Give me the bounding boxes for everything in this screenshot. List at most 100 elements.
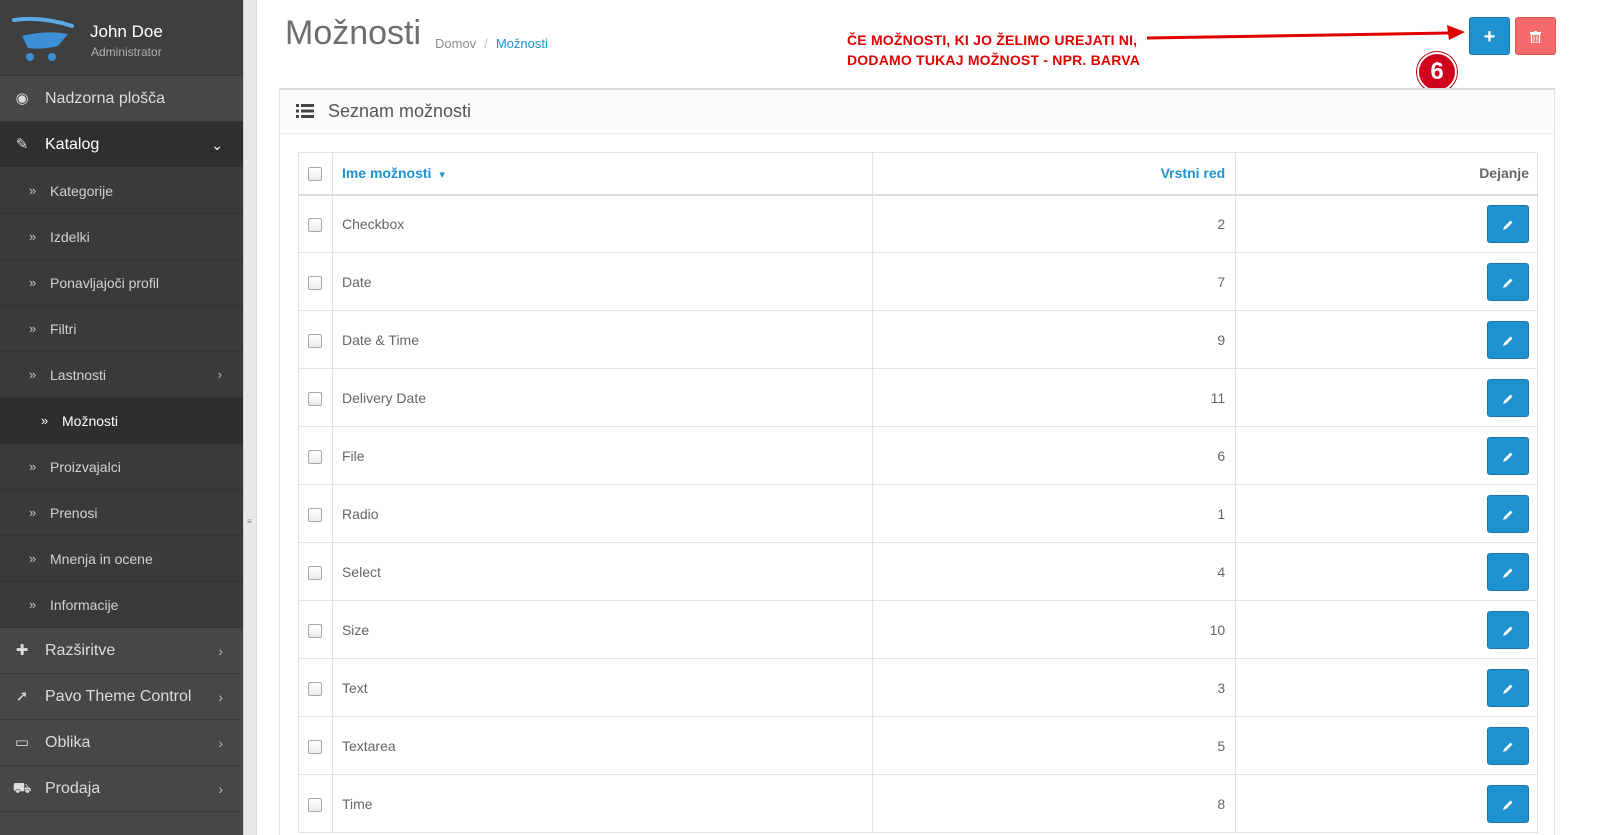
row-checkbox[interactable] [308, 565, 323, 580]
edit-button[interactable] [1487, 262, 1529, 301]
edit-button[interactable] [1487, 204, 1529, 243]
chevron-right-icon: › [217, 367, 222, 382]
double-chevron-right-icon: » [29, 459, 37, 474]
row-checkbox[interactable] [308, 681, 323, 696]
table-row: Textarea 5 [298, 716, 1538, 775]
sort-by-order-link[interactable]: Vrstni red [1161, 165, 1226, 181]
edit-button[interactable] [1487, 784, 1529, 823]
edit-button[interactable] [1487, 436, 1529, 475]
delete-button[interactable] [1515, 17, 1556, 55]
pencil-icon [1503, 510, 1513, 520]
row-select-cell [298, 426, 333, 485]
breadcrumb-current[interactable]: Možnosti [496, 36, 548, 51]
caret-down-icon: ▾ [439, 169, 445, 182]
double-chevron-right-icon: » [29, 275, 37, 290]
sidebar-subitem-reviews[interactable]: » Mnenja in ocene [0, 536, 243, 582]
option-sort-order: 10 [871, 600, 1237, 659]
action-cell [1235, 426, 1538, 485]
sidebar-subitem-categories[interactable]: » Kategorije [0, 168, 243, 214]
edit-button[interactable] [1487, 610, 1529, 649]
sidebar-subitem-options[interactable]: » Možnosti [0, 398, 243, 444]
sidebar-subitem-information[interactable]: » Informacije [0, 582, 243, 628]
row-checkbox[interactable] [308, 391, 323, 406]
user-profile[interactable]: John Doe Administrator [0, 0, 243, 76]
sidebar-item-sales[interactable]: ⛟ Prodaja › [0, 766, 243, 812]
row-checkbox[interactable] [308, 275, 323, 290]
sidebar-subitem-recurring-profiles[interactable]: » Ponavljajoči profil [0, 260, 243, 306]
row-select-cell [298, 310, 333, 369]
sidebar-item-label: Nadzorna plošča [45, 90, 166, 107]
option-sort-order: 5 [871, 716, 1237, 775]
action-cell [1235, 194, 1538, 253]
sidebar-item-pavo-theme-control[interactable]: ➚ Pavo Theme Control › [0, 674, 243, 720]
dashboard-icon: ◉ [15, 90, 29, 107]
table-row: Select 4 [298, 542, 1538, 601]
annotation-arrow-icon [1147, 25, 1465, 40]
option-sort-order: 11 [871, 368, 1237, 427]
option-name: Radio [331, 484, 873, 543]
row-checkbox[interactable] [308, 623, 323, 638]
action-cell [1235, 368, 1538, 427]
option-name: Textarea [331, 716, 873, 775]
column-header-order[interactable]: Vrstni red [871, 152, 1237, 196]
option-name: Date [331, 252, 873, 311]
page-title: Možnosti [285, 14, 422, 52]
sidebar-subitem-downloads[interactable]: » Prenosi [0, 490, 243, 536]
double-chevron-right-icon: » [29, 551, 37, 566]
add-option-button[interactable]: + [1469, 17, 1510, 55]
sidebar-subitem-products[interactable]: » Izdelki [0, 214, 243, 260]
table-row: Checkbox 2 [298, 194, 1538, 253]
table-row: File 6 [298, 426, 1538, 485]
option-sort-order: 9 [871, 310, 1237, 369]
app: John Doe Administrator ◉ Nadzorna plošča… [0, 0, 1600, 835]
table-row: Time 8 [298, 774, 1538, 833]
sidebar-resize-handle[interactable]: ≡ [243, 0, 257, 835]
row-checkbox[interactable] [308, 449, 323, 464]
edit-button[interactable] [1487, 726, 1529, 765]
row-checkbox[interactable] [308, 797, 323, 812]
annotation-note: ČE MOŽNOSTI, KI JO ŽELIMO UREJATI NI, DO… [847, 30, 1140, 70]
monitor-icon: ▭ [14, 734, 30, 751]
chevron-down-icon: ⌄ [211, 137, 223, 153]
sidebar-subitem-label: Filtri [50, 321, 77, 337]
panel-title: Seznam možnosti [328, 101, 472, 121]
sidebar-subitem-attributes[interactable]: » Lastnosti › [0, 352, 243, 398]
row-checkbox[interactable] [308, 507, 323, 522]
select-all-checkbox[interactable] [308, 167, 323, 182]
row-checkbox[interactable] [308, 333, 323, 348]
panel-heading: Seznam možnosti [280, 90, 1554, 134]
double-chevron-right-icon: » [41, 413, 49, 428]
row-checkbox[interactable] [308, 217, 323, 232]
sort-by-name-link[interactable]: Ime možnosti [342, 165, 431, 181]
option-name: Date & Time [331, 310, 873, 369]
column-header-name[interactable]: Ime možnosti ▾ [331, 152, 873, 196]
sidebar-item-extensions[interactable]: ✚ Razširitve › [0, 628, 243, 674]
action-cell [1235, 716, 1538, 775]
sidebar-subitem-filters[interactable]: » Filtri [0, 306, 243, 352]
select-all-cell [298, 152, 333, 196]
table-row: Delivery Date 11 [298, 368, 1538, 427]
edit-button[interactable] [1487, 320, 1529, 359]
row-select-cell [298, 658, 333, 717]
action-cell [1235, 542, 1538, 601]
table-row: Size 10 [298, 600, 1538, 659]
edit-button[interactable] [1487, 552, 1529, 591]
breadcrumb-home[interactable]: Domov [435, 36, 476, 51]
annotation-line-2: DODAMO TUKAJ MOŽNOST - NPR. BARVA [847, 52, 1141, 68]
row-select-cell [298, 484, 333, 543]
option-name: Checkbox [331, 194, 873, 253]
edit-button[interactable] [1487, 494, 1529, 533]
chevron-right-icon: › [218, 643, 223, 659]
sidebar-item-catalog[interactable]: ✎ Katalog ⌄ [0, 122, 243, 168]
sidebar-item-design[interactable]: ▭ Oblika › [0, 720, 243, 766]
pencil-icon [1503, 742, 1513, 752]
action-cell [1235, 252, 1538, 311]
double-chevron-right-icon: » [29, 367, 37, 382]
sidebar-item-dashboard[interactable]: ◉ Nadzorna plošča [0, 76, 243, 122]
sidebar-subitem-manufacturers[interactable]: » Proizvajalci [0, 444, 243, 490]
edit-button[interactable] [1487, 378, 1529, 417]
edit-button[interactable] [1487, 668, 1529, 707]
double-chevron-right-icon: » [29, 183, 37, 198]
row-checkbox[interactable] [308, 739, 323, 754]
table-row: Radio 1 [298, 484, 1538, 543]
